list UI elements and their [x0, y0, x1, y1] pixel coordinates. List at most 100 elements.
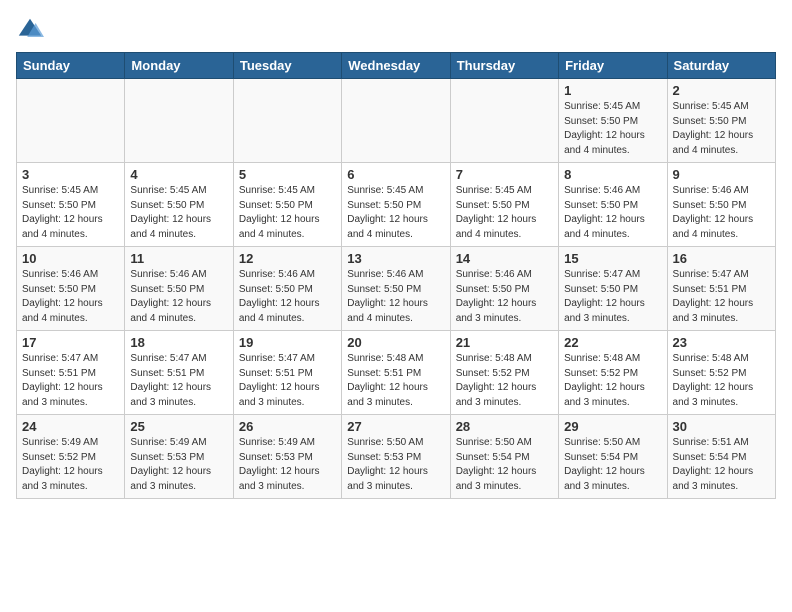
calendar-day: 29 Sunrise: 5:50 AM Sunset: 5:54 PM Dayli…: [559, 415, 667, 499]
calendar-day: 3 Sunrise: 5:45 AM Sunset: 5:50 PM Daylig…: [17, 163, 125, 247]
calendar-day: 15 Sunrise: 5:47 AM Sunset: 5:50 PM Dayli…: [559, 247, 667, 331]
day-number: 24: [22, 419, 119, 434]
day-detail: Sunrise: 5:46 AM Sunset: 5:50 PM Dayligh…: [22, 268, 119, 326]
calendar-week-3: 10 Sunrise: 5:46 AM Sunset: 5:50 PM Dayli…: [17, 247, 776, 331]
day-number: 15: [564, 251, 661, 266]
column-header-sunday: Sunday: [17, 53, 125, 79]
day-number: 25: [130, 419, 227, 434]
day-detail: Sunrise: 5:46 AM Sunset: 5:50 PM Dayligh…: [347, 268, 444, 326]
calendar-day: 23Sunrise: 5:48 AM Sunset: 5:52 PM Dayli…: [667, 331, 775, 415]
calendar-week-5: 24 Sunrise: 5:49 AM Sunset: 5:52 PM Dayli…: [17, 415, 776, 499]
calendar-day: 7 Sunrise: 5:45 AM Sunset: 5:50 PM Daylig…: [450, 163, 558, 247]
day-detail: Sunrise: 5:45 AM Sunset: 5:50 PM Dayligh…: [456, 184, 553, 242]
day-detail: Sunrise: 5:47 AM Sunset: 5:51 PM Dayligh…: [239, 352, 336, 410]
column-header-tuesday: Tuesday: [233, 53, 341, 79]
calendar-day: 26 Sunrise: 5:49 AM Sunset: 5:53 PM Dayli…: [233, 415, 341, 499]
calendar-day: 27 Sunrise: 5:50 AM Sunset: 5:53 PM Dayli…: [342, 415, 450, 499]
day-detail: Sunrise: 5:45 AM Sunset: 5:50 PM Dayligh…: [239, 184, 336, 242]
logo: [16, 16, 48, 44]
day-number: 22: [564, 335, 661, 350]
day-detail: Sunrise: 5:51 AM Sunset: 5:54 PM Dayligh…: [673, 436, 770, 494]
calendar-table: SundayMondayTuesdayWednesdayThursdayFrid…: [16, 52, 776, 499]
day-number: 1: [564, 83, 661, 98]
calendar-day: 16Sunrise: 5:47 AM Sunset: 5:51 PM Dayli…: [667, 247, 775, 331]
calendar-day: [342, 79, 450, 163]
calendar-day: 18 Sunrise: 5:47 AM Sunset: 5:51 PM Dayli…: [125, 331, 233, 415]
calendar-week-4: 17 Sunrise: 5:47 AM Sunset: 5:51 PM Dayli…: [17, 331, 776, 415]
day-number: 10: [22, 251, 119, 266]
day-number: 20: [347, 335, 444, 350]
day-number: 26: [239, 419, 336, 434]
day-number: 18: [130, 335, 227, 350]
day-number: 5: [239, 167, 336, 182]
day-detail: Sunrise: 5:46 AM Sunset: 5:50 PM Dayligh…: [130, 268, 227, 326]
day-number: 3: [22, 167, 119, 182]
calendar-day: 13 Sunrise: 5:46 AM Sunset: 5:50 PM Dayli…: [342, 247, 450, 331]
calendar-day: 17 Sunrise: 5:47 AM Sunset: 5:51 PM Dayli…: [17, 331, 125, 415]
day-detail: Sunrise: 5:46 AM Sunset: 5:50 PM Dayligh…: [564, 184, 661, 242]
day-number: 17: [22, 335, 119, 350]
day-detail: Sunrise: 5:47 AM Sunset: 5:51 PM Dayligh…: [22, 352, 119, 410]
calendar-day: 30 Sunrise: 5:51 AM Sunset: 5:54 PM Dayli…: [667, 415, 775, 499]
calendar-day: 9Sunrise: 5:46 AM Sunset: 5:50 PM Daylig…: [667, 163, 775, 247]
day-detail: Sunrise: 5:46 AM Sunset: 5:50 PM Dayligh…: [239, 268, 336, 326]
day-number: 6: [347, 167, 444, 182]
calendar-day: 20Sunrise: 5:48 AM Sunset: 5:51 PM Dayli…: [342, 331, 450, 415]
calendar-day: 14Sunrise: 5:46 AM Sunset: 5:50 PM Dayli…: [450, 247, 558, 331]
day-detail: Sunrise: 5:47 AM Sunset: 5:51 PM Dayligh…: [673, 268, 770, 326]
calendar-day: 11Sunrise: 5:46 AM Sunset: 5:50 PM Dayli…: [125, 247, 233, 331]
calendar-day: 22 Sunrise: 5:48 AM Sunset: 5:52 PM Dayli…: [559, 331, 667, 415]
day-detail: Sunrise: 5:47 AM Sunset: 5:50 PM Dayligh…: [564, 268, 661, 326]
day-detail: Sunrise: 5:45 AM Sunset: 5:50 PM Dayligh…: [22, 184, 119, 242]
day-number: 13: [347, 251, 444, 266]
day-number: 8: [564, 167, 661, 182]
calendar-week-2: 3 Sunrise: 5:45 AM Sunset: 5:50 PM Daylig…: [17, 163, 776, 247]
calendar-day: [17, 79, 125, 163]
day-detail: Sunrise: 5:46 AM Sunset: 5:50 PM Dayligh…: [456, 268, 553, 326]
day-detail: Sunrise: 5:45 AM Sunset: 5:50 PM Dayligh…: [347, 184, 444, 242]
calendar-day: 19 Sunrise: 5:47 AM Sunset: 5:51 PM Dayli…: [233, 331, 341, 415]
day-detail: Sunrise: 5:49 AM Sunset: 5:53 PM Dayligh…: [239, 436, 336, 494]
day-number: 21: [456, 335, 553, 350]
day-number: 4: [130, 167, 227, 182]
calendar-day: 24 Sunrise: 5:49 AM Sunset: 5:52 PM Dayli…: [17, 415, 125, 499]
column-header-thursday: Thursday: [450, 53, 558, 79]
day-number: 23: [673, 335, 770, 350]
day-detail: Sunrise: 5:50 AM Sunset: 5:53 PM Dayligh…: [347, 436, 444, 494]
day-detail: Sunrise: 5:47 AM Sunset: 5:51 PM Dayligh…: [130, 352, 227, 410]
calendar-day: 4 Sunrise: 5:45 AM Sunset: 5:50 PM Daylig…: [125, 163, 233, 247]
calendar-day: 1 Sunrise: 5:45 AM Sunset: 5:50 PM Daylig…: [559, 79, 667, 163]
day-number: 9: [673, 167, 770, 182]
calendar-header-row: SundayMondayTuesdayWednesdayThursdayFrid…: [17, 53, 776, 79]
day-number: 7: [456, 167, 553, 182]
column-header-saturday: Saturday: [667, 53, 775, 79]
calendar-day: [450, 79, 558, 163]
day-number: 19: [239, 335, 336, 350]
calendar-day: 10 Sunrise: 5:46 AM Sunset: 5:50 PM Dayli…: [17, 247, 125, 331]
calendar-week-1: 1 Sunrise: 5:45 AM Sunset: 5:50 PM Daylig…: [17, 79, 776, 163]
calendar-day: 6 Sunrise: 5:45 AM Sunset: 5:50 PM Daylig…: [342, 163, 450, 247]
day-number: 12: [239, 251, 336, 266]
calendar-day: 2Sunrise: 5:45 AM Sunset: 5:50 PM Daylig…: [667, 79, 775, 163]
day-detail: Sunrise: 5:50 AM Sunset: 5:54 PM Dayligh…: [564, 436, 661, 494]
calendar-day: [233, 79, 341, 163]
logo-icon: [16, 16, 44, 44]
day-detail: Sunrise: 5:48 AM Sunset: 5:52 PM Dayligh…: [564, 352, 661, 410]
day-detail: Sunrise: 5:48 AM Sunset: 5:52 PM Dayligh…: [456, 352, 553, 410]
calendar-day: 21 Sunrise: 5:48 AM Sunset: 5:52 PM Dayli…: [450, 331, 558, 415]
calendar-day: 8 Sunrise: 5:46 AM Sunset: 5:50 PM Daylig…: [559, 163, 667, 247]
day-detail: Sunrise: 5:45 AM Sunset: 5:50 PM Dayligh…: [564, 100, 661, 158]
calendar-day: [125, 79, 233, 163]
column-header-wednesday: Wednesday: [342, 53, 450, 79]
day-detail: Sunrise: 5:49 AM Sunset: 5:53 PM Dayligh…: [130, 436, 227, 494]
day-detail: Sunrise: 5:45 AM Sunset: 5:50 PM Dayligh…: [130, 184, 227, 242]
day-number: 30: [673, 419, 770, 434]
day-detail: Sunrise: 5:49 AM Sunset: 5:52 PM Dayligh…: [22, 436, 119, 494]
calendar-day: 5 Sunrise: 5:45 AM Sunset: 5:50 PM Daylig…: [233, 163, 341, 247]
calendar-day: 25 Sunrise: 5:49 AM Sunset: 5:53 PM Dayli…: [125, 415, 233, 499]
column-header-friday: Friday: [559, 53, 667, 79]
calendar-day: 12 Sunrise: 5:46 AM Sunset: 5:50 PM Dayli…: [233, 247, 341, 331]
day-detail: Sunrise: 5:50 AM Sunset: 5:54 PM Dayligh…: [456, 436, 553, 494]
day-number: 29: [564, 419, 661, 434]
day-number: 27: [347, 419, 444, 434]
